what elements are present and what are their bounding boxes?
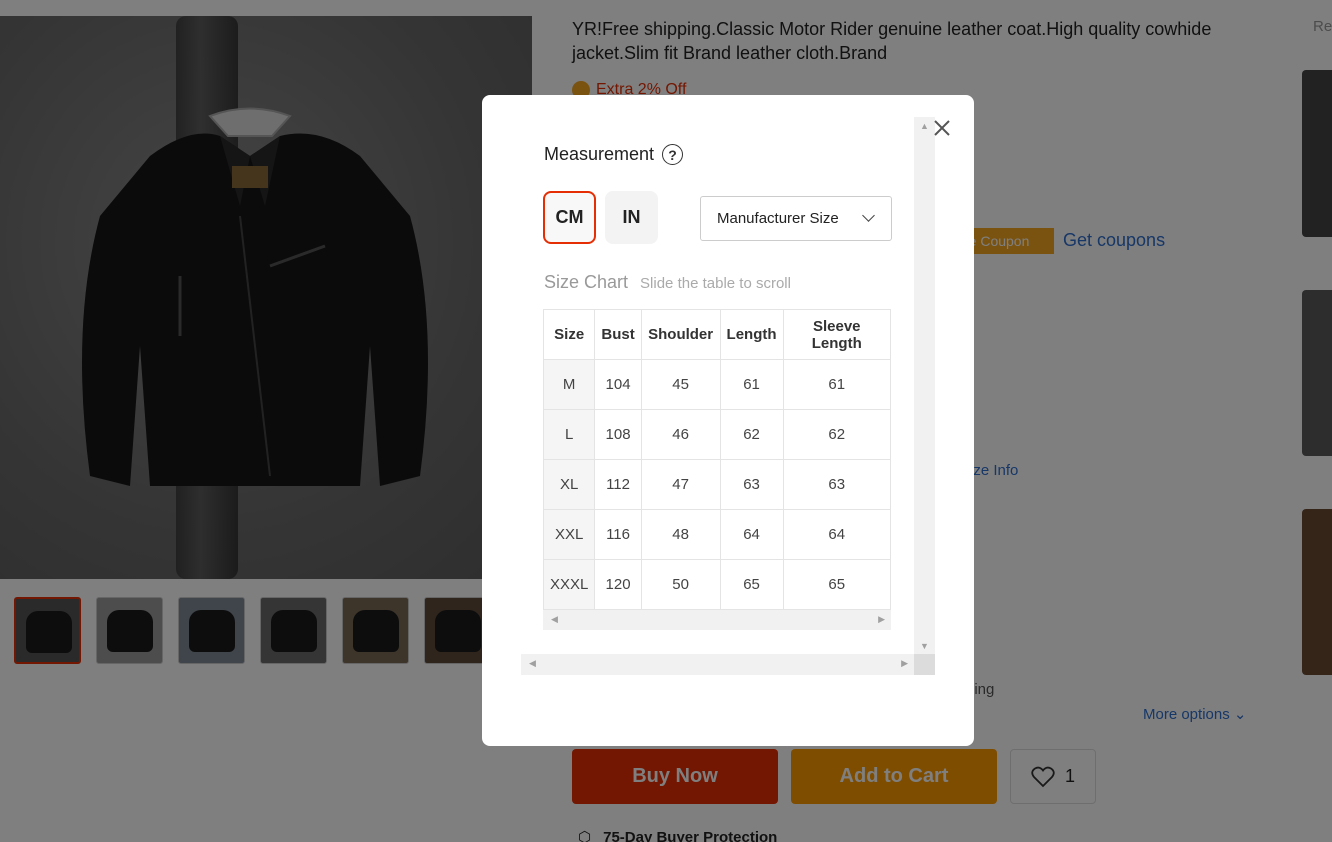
unit-in-button[interactable]: IN: [605, 191, 658, 244]
column-header: Bust: [594, 309, 642, 360]
scroll-up-arrow-icon[interactable]: ▲: [920, 121, 929, 131]
help-icon[interactable]: ?: [662, 144, 684, 165]
measurement-header: Measurement ?: [544, 144, 684, 165]
size-cell: XL: [543, 459, 596, 510]
table-cell: 63: [719, 459, 784, 510]
size-chart-heading: Size Chart Slide the table to scroll: [544, 272, 791, 293]
modal-vertical-scrollbar[interactable]: ▲ ▼: [914, 117, 935, 655]
size-table: Size Bust Shoulder Length Sleeve Length …: [543, 309, 891, 610]
table-cell: 116: [594, 509, 642, 560]
table-row: M 104 45 61 61: [543, 359, 891, 410]
size-cell: XXL: [543, 509, 596, 560]
modal-horizontal-scrollbar[interactable]: ◀ ▶: [521, 654, 914, 675]
column-header: Shoulder: [640, 309, 721, 360]
table-cell: 63: [782, 459, 891, 510]
table-cell: 61: [782, 359, 891, 410]
table-cell: 65: [782, 559, 891, 610]
scroll-right-arrow-icon[interactable]: ▶: [901, 658, 908, 669]
table-cell: 120: [594, 559, 642, 610]
scroll-right-arrow-icon[interactable]: ▶: [878, 614, 885, 625]
size-chart-title: Size Chart: [544, 272, 629, 292]
table-cell: 61: [719, 359, 784, 410]
table-cell: 112: [594, 459, 642, 510]
size-cell: L: [543, 409, 596, 460]
table-row: XXL 116 48 64 64: [543, 509, 891, 560]
table-cell: 62: [782, 409, 891, 460]
table-cell: 45: [640, 359, 721, 410]
table-cell: 46: [640, 409, 721, 460]
table-row: L 108 46 62 62: [543, 409, 891, 460]
column-header: Length: [719, 309, 784, 360]
table-cell: 64: [782, 509, 891, 560]
scrollbar-corner: [914, 654, 935, 675]
size-type-value: Manufacturer Size: [717, 210, 839, 227]
table-cell: 65: [719, 559, 784, 610]
table-cell: 47: [640, 459, 721, 510]
size-chart-hint: Slide the table to scroll: [640, 275, 791, 292]
table-cell: 64: [719, 509, 784, 560]
column-header: Sleeve Length: [782, 309, 891, 360]
size-cell: XXXL: [543, 559, 596, 610]
size-cell: M: [543, 359, 596, 410]
chevron-down-icon: [862, 209, 875, 222]
table-cell: 108: [594, 409, 642, 460]
size-table-container[interactable]: Size Bust Shoulder Length Sleeve Length …: [543, 309, 891, 631]
scroll-down-arrow-icon[interactable]: ▼: [920, 641, 929, 651]
size-type-select[interactable]: Manufacturer Size: [700, 196, 892, 241]
table-cell: 62: [719, 409, 784, 460]
scroll-left-arrow-icon[interactable]: ◀: [529, 658, 536, 669]
table-cell: 104: [594, 359, 642, 410]
measurement-title: Measurement: [544, 144, 655, 164]
close-icon[interactable]: [930, 116, 954, 140]
table-cell: 48: [640, 509, 721, 560]
table-row: XL 112 47 63 63: [543, 459, 891, 510]
scroll-left-arrow-icon[interactable]: ◀: [551, 614, 558, 625]
table-header-row: Size Bust Shoulder Length Sleeve Length: [543, 309, 891, 360]
column-header: Size: [543, 309, 596, 360]
table-horizontal-scrollbar[interactable]: ◀ ▶: [543, 610, 891, 630]
table-row: XXXL 120 50 65 65: [543, 559, 891, 610]
unit-cm-button[interactable]: CM: [543, 191, 596, 244]
table-cell: 50: [640, 559, 721, 610]
